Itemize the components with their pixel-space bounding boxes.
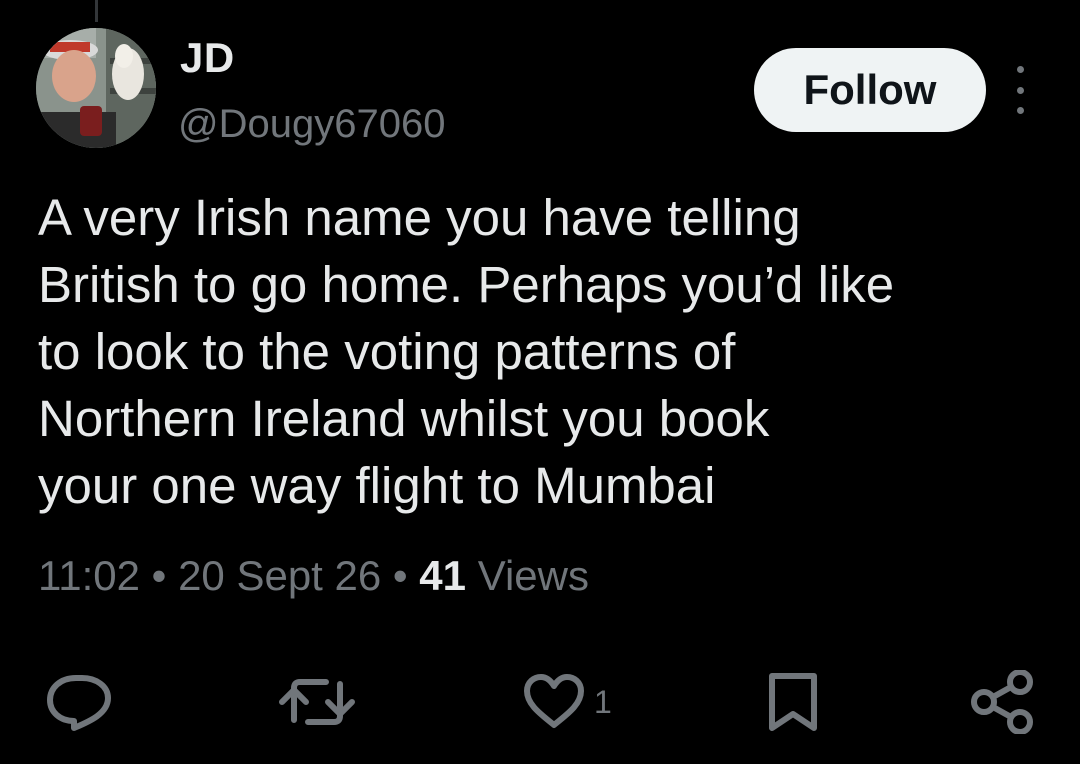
tweet-text-line: British to go home. Perhaps you’d like [38,256,895,313]
tweet-time[interactable]: 11:02 [38,552,140,599]
views-count[interactable]: 41 [419,552,466,599]
tweet-meta: 11:02 • 20 Sept 26 • 41 Views [38,552,589,600]
share-button[interactable] [970,664,1036,740]
meta-separator: • [151,552,167,599]
like-button[interactable]: 1 [522,664,612,740]
tweet-text-line: your one way flight to Mumbai [38,457,716,514]
views-label[interactable]: Views [478,552,589,599]
more-vertical-icon [1016,66,1024,73]
avatar[interactable] [36,28,156,148]
tweet-text-line: A very Irish name you have telling [38,189,801,246]
tweet-date[interactable]: 20 Sept 26 [178,552,381,599]
more-options-button[interactable] [1006,66,1034,114]
tweet-text: A very Irish name you have telling Briti… [38,184,1068,519]
bookmark-button[interactable] [764,664,822,740]
reply-button[interactable] [46,664,114,740]
tweet-text-line: Northern Ireland whilst you book [38,390,770,447]
heart-icon [524,674,584,728]
action-bar: 1 [0,664,1080,740]
display-name[interactable]: JD [180,34,235,82]
reply-icon [47,675,111,731]
bookmark-icon [769,673,817,731]
retweet-button[interactable] [278,664,358,740]
user-handle[interactable]: @Dougy67060 [178,102,445,147]
like-count: 1 [594,683,612,720]
tweet-text-line: to look to the voting patterns of [38,323,736,380]
thread-line [95,0,98,22]
share-icon [971,670,1033,734]
follow-button[interactable]: Follow [754,48,986,132]
more-vertical-icon-dot [1016,86,1024,94]
meta-separator: • [392,552,408,599]
avatar-image [36,28,156,148]
retweet-icon [279,679,355,725]
more-vertical-icon-dot [1016,107,1024,114]
